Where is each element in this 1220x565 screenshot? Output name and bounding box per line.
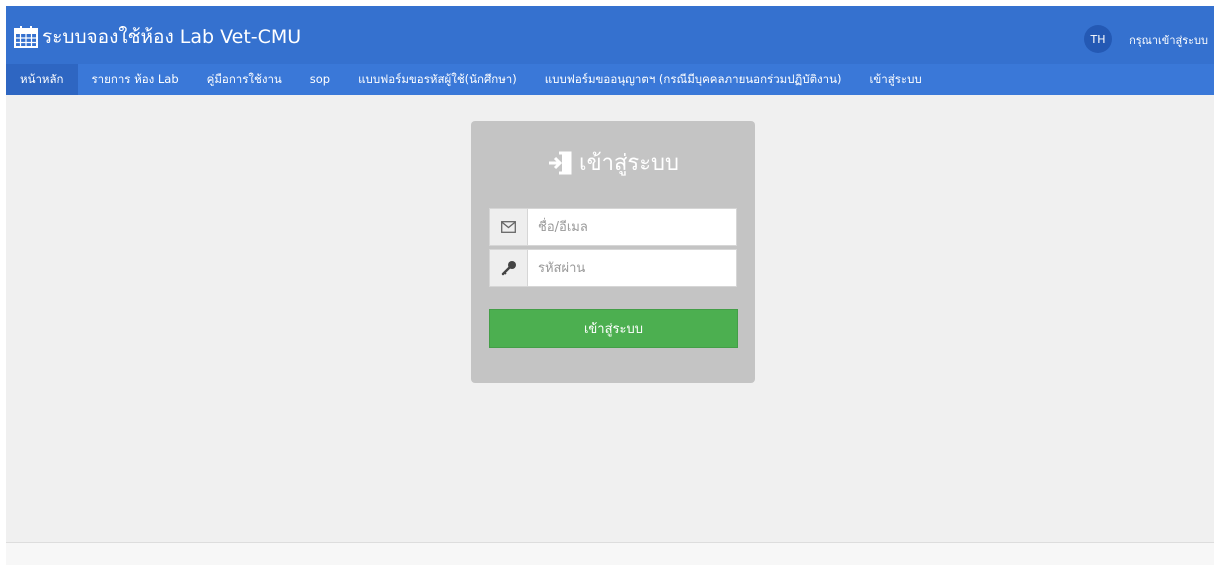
app-frame: ระบบจองใช้ห้อง Lab Vet-CMU TH กรุณาเข้าส…: [6, 6, 1214, 565]
nav-item-lab-list[interactable]: รายการ ห้อง Lab: [78, 64, 193, 95]
language-badge[interactable]: TH: [1084, 25, 1112, 53]
app-title: ระบบจองใช้ห้อง Lab Vet-CMU: [42, 26, 302, 48]
envelope-icon: [501, 221, 516, 233]
login-hint-link[interactable]: กรุณาเข้าสู่ระบบ: [1129, 31, 1208, 49]
password-field: [489, 249, 737, 287]
username-input[interactable]: [528, 209, 736, 245]
brand[interactable]: ระบบจองใช้ห้อง Lab Vet-CMU: [14, 22, 301, 52]
username-field: [489, 208, 737, 246]
login-submit-button[interactable]: เข้าสู่ระบบ: [489, 309, 738, 348]
main-nav: หน้าหลัก รายการ ห้อง Lab คู่มือการใช้งาน…: [6, 64, 1214, 95]
login-title-text: เข้าสู่ระบบ: [579, 151, 679, 176]
footer: [6, 543, 1214, 565]
nav-item-permission-form[interactable]: แบบฟอร์มขออนุญาตฯ (กรณีมีบุคคลภายนอกร่วม…: [531, 64, 856, 95]
password-input[interactable]: [528, 250, 736, 286]
username-addon: [490, 209, 528, 245]
nav-item-manual[interactable]: คู่มือการใช้งาน: [193, 64, 296, 95]
nav-item-home[interactable]: หน้าหลัก: [6, 64, 78, 95]
key-icon: [501, 261, 516, 276]
nav-item-sop[interactable]: sop: [296, 64, 344, 95]
calendar-icon: [14, 26, 38, 48]
header: ระบบจองใช้ห้อง Lab Vet-CMU TH กรุณาเข้าส…: [6, 6, 1214, 64]
nav-item-student-account-form[interactable]: แบบฟอร์มขอรหัสผู้ใช้(นักศึกษา): [344, 64, 531, 95]
password-addon: [490, 250, 528, 286]
login-card: เข้าสู่ระบบ เข้าสู่ระบบ: [471, 121, 755, 383]
login-title: เข้าสู่ระบบ: [471, 145, 755, 180]
sign-in-icon: [549, 151, 572, 174]
nav-item-login[interactable]: เข้าสู่ระบบ: [855, 64, 935, 95]
